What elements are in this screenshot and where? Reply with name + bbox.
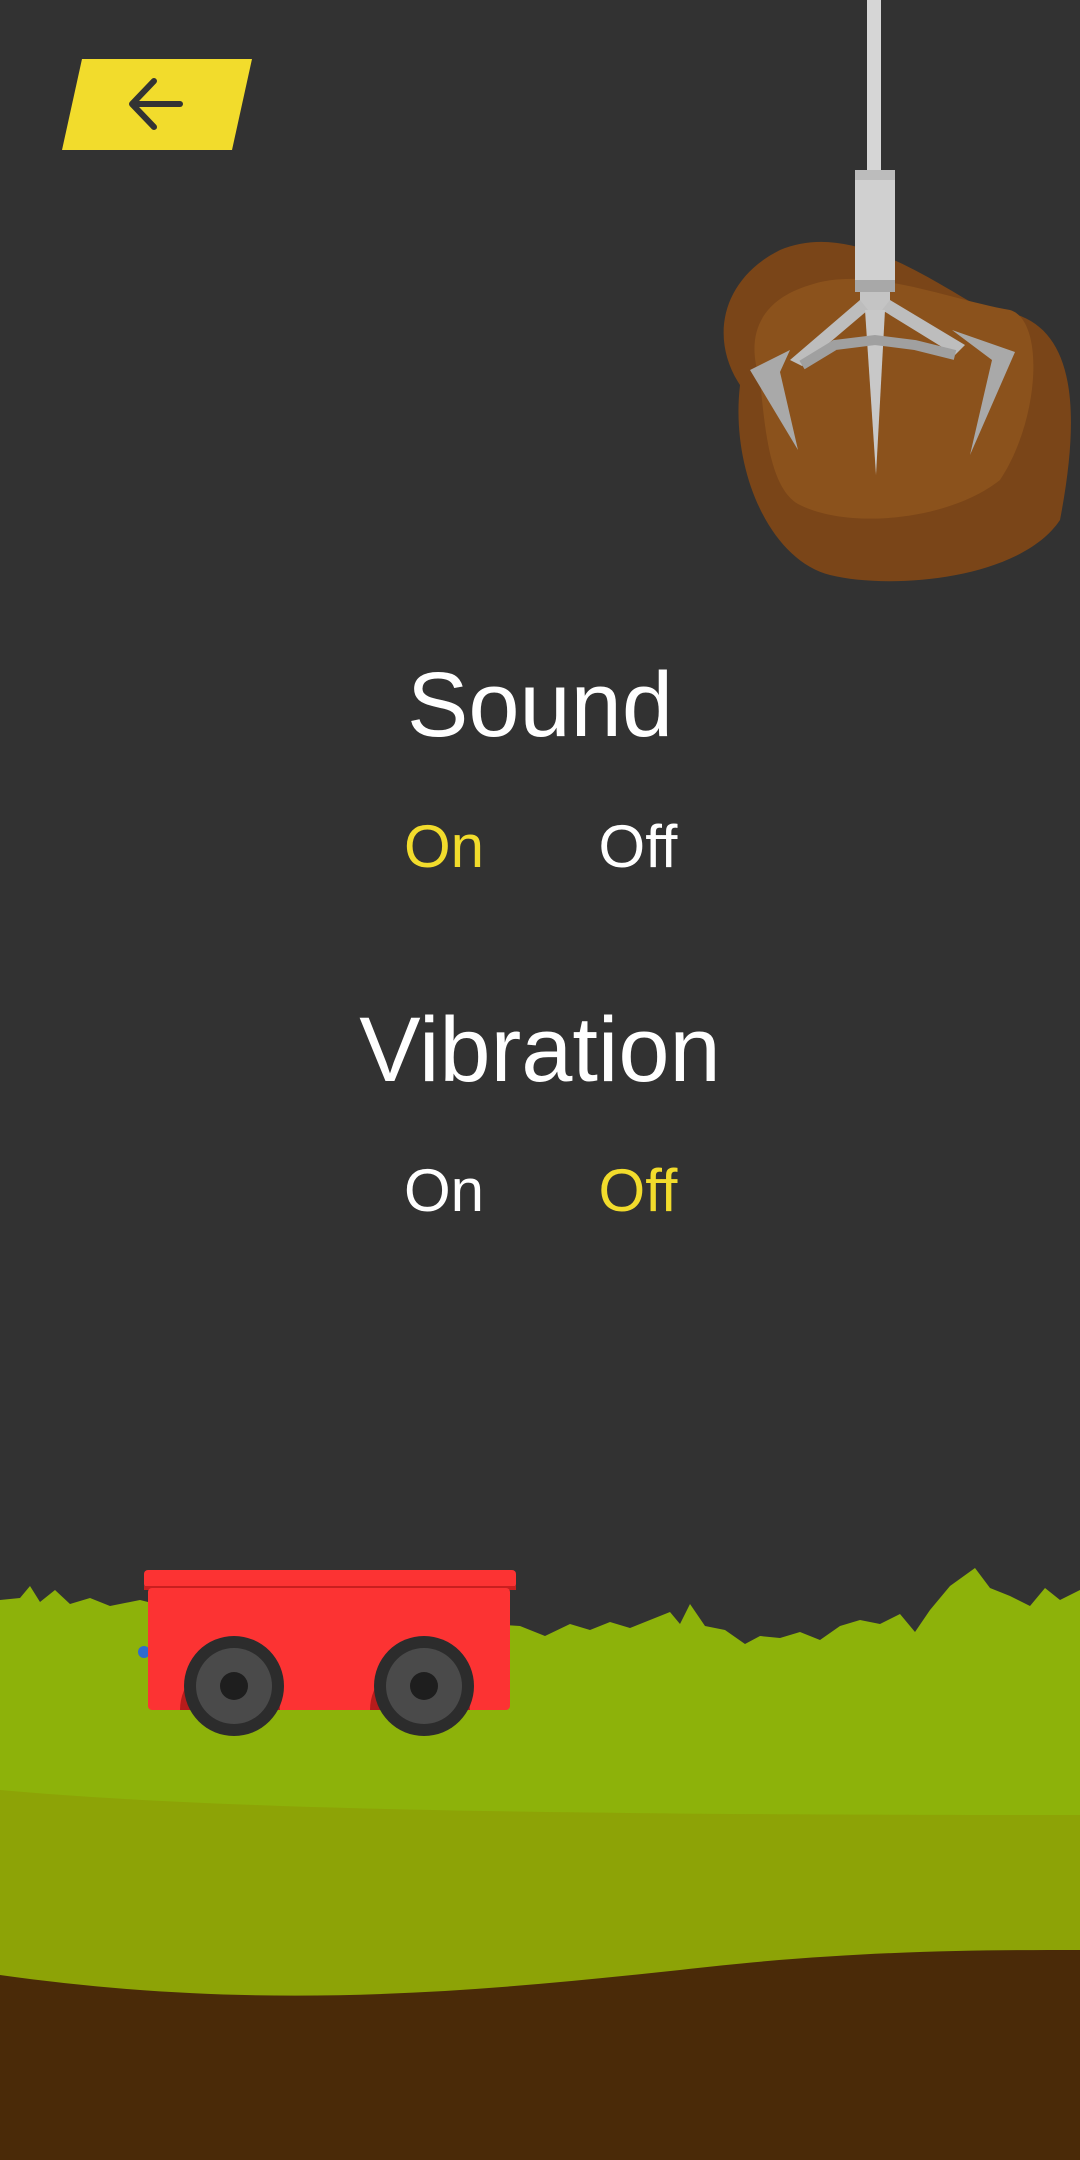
- back-arrow-icon: [62, 59, 252, 150]
- vibration-on-option[interactable]: On: [354, 1156, 534, 1226]
- mine-cart-icon: [138, 1570, 516, 1736]
- sound-off-option[interactable]: Off: [548, 812, 728, 882]
- vibration-title: Vibration: [359, 999, 721, 1101]
- vibration-off-option[interactable]: Off: [548, 1156, 728, 1226]
- sound-on-option[interactable]: On: [354, 812, 534, 882]
- claw-with-rock-illustration: [723, 0, 1071, 582]
- sound-title: Sound: [406, 654, 674, 756]
- settings-screen: Sound On Off Vibration On Off: [0, 0, 1080, 2160]
- back-button[interactable]: [62, 59, 252, 150]
